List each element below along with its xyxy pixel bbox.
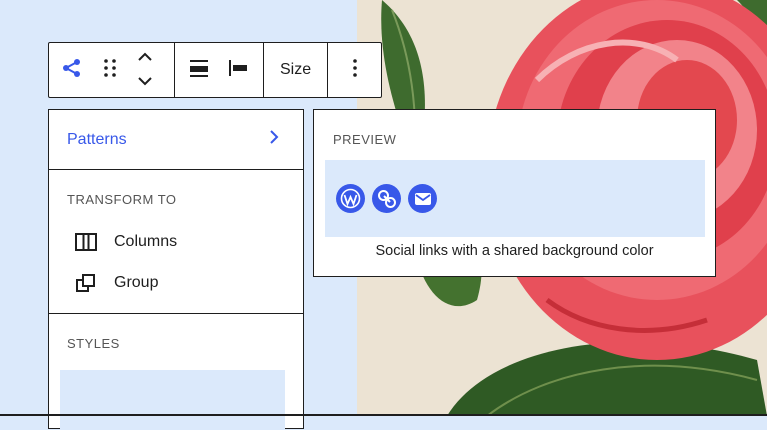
align-button[interactable] [175,43,223,97]
move-up-down-button[interactable] [125,43,165,97]
chevron-up-icon[interactable] [137,49,153,67]
styles-section: STYLES [49,314,303,351]
transform-columns-item[interactable]: Columns [67,221,303,262]
drag-handle-button[interactable] [95,43,125,97]
drag-handle-icon [103,58,117,83]
share-icon [61,57,83,84]
columns-icon [75,231,97,253]
style-preview-thumbnail[interactable] [60,370,285,430]
preview-title: PREVIEW [333,132,397,147]
size-button[interactable]: Size [264,43,327,97]
more-vertical-icon [352,58,358,83]
chevron-right-icon [269,129,279,150]
patterns-label: Patterns [67,130,127,148]
chevron-down-icon[interactable] [137,73,153,91]
transform-section: TRANSFORM TO Columns Group [49,170,303,314]
wordpress-icon [336,184,365,213]
justify-button[interactable] [223,43,253,97]
block-transform-menu: Patterns TRANSFORM TO Columns Group STYL… [48,109,304,430]
styles-section-title: STYLES [67,336,120,351]
toolbar-group-align [175,43,264,97]
transform-columns-label: Columns [114,232,178,250]
justify-left-icon [228,58,248,83]
toolbar-group-size: Size [264,43,329,97]
align-center-icon [189,58,209,83]
preview-caption: Social links with a shared background co… [375,243,654,259]
transform-section-title: TRANSFORM TO [67,192,177,207]
transform-group-label: Group [114,273,159,291]
block-toolbar: Size [48,42,382,98]
patterns-menu-item[interactable]: Patterns [49,110,303,170]
options-button[interactable] [328,43,381,97]
group-icon [75,272,97,294]
preview-popover: PREVIEW Social links with a shared backg… [313,109,716,277]
link-icon [372,184,401,213]
toolbar-group-options [328,43,381,97]
mail-icon [408,184,437,213]
transform-group-item[interactable]: Group [67,262,303,303]
share-block-button[interactable] [49,43,95,97]
toolbar-group-block [49,43,175,97]
preview-social-links [325,160,705,237]
